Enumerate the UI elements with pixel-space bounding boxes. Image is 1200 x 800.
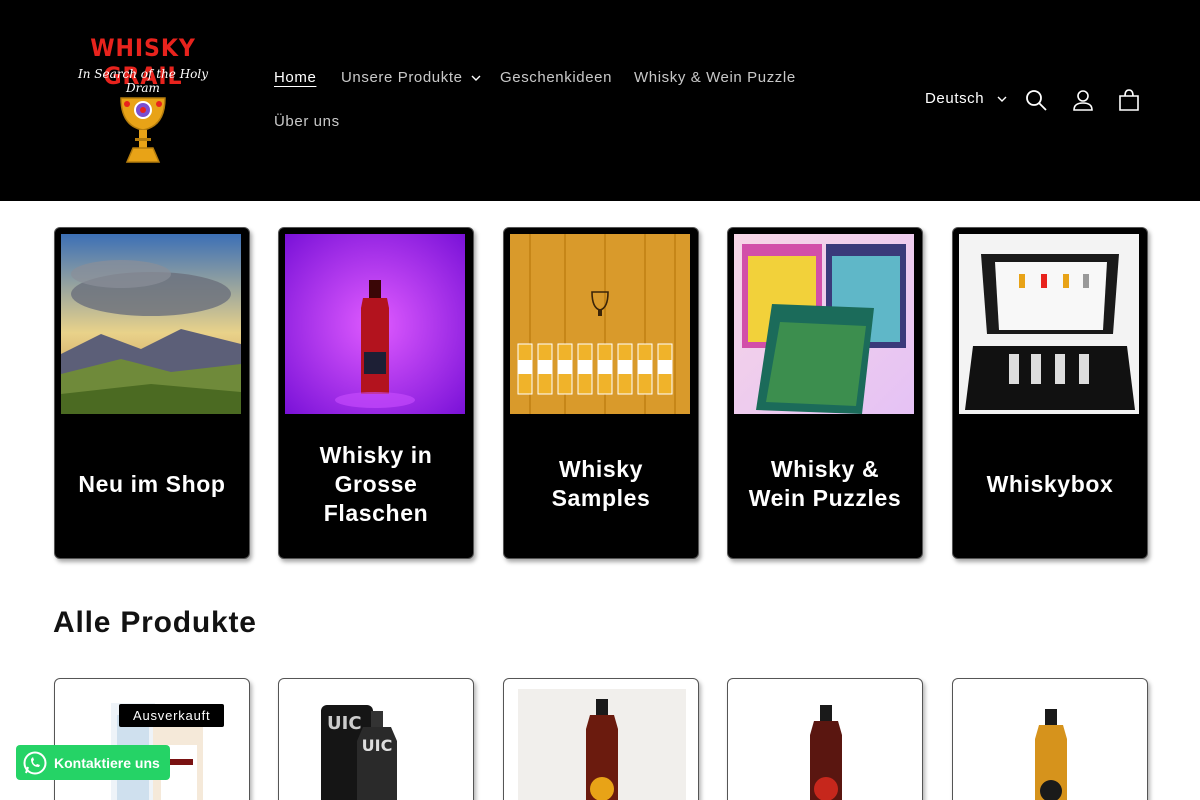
collection-image: [510, 234, 690, 414]
grail-cup-icon: [120, 97, 166, 163]
section-title-alle-produkte: Alle Produkte: [53, 606, 257, 639]
collection-card-grosse-flaschen[interactable]: Whisky in Grosse Flaschen: [278, 227, 474, 559]
whatsapp-icon: [23, 751, 47, 774]
nav-item-geschenkideen[interactable]: Geschenkideen: [500, 69, 612, 86]
collection-card-whiskybox[interactable]: Whiskybox: [952, 227, 1148, 559]
nav-item-label: Unsere Produkte: [341, 69, 463, 86]
product-image: [1035, 709, 1067, 800]
chevron-down-icon: [997, 96, 1007, 102]
product-card[interactable]: [727, 678, 923, 800]
product-image: UIC UIC: [321, 705, 397, 800]
collection-card-samples[interactable]: Whisky Samples: [503, 227, 699, 559]
nav-item-puzzle[interactable]: Whisky & Wein Puzzle: [634, 69, 796, 86]
collection-card-neu-im-shop[interactable]: Neu im Shop: [54, 227, 250, 559]
svg-text:UIC: UIC: [362, 736, 393, 755]
product-card[interactable]: [54, 678, 250, 800]
whatsapp-contact-button[interactable]: Kontaktiere uns: [16, 745, 170, 780]
nav-item-ueber-uns[interactable]: Über uns: [274, 113, 340, 130]
collection-image: [959, 234, 1139, 414]
account-icon[interactable]: [1071, 88, 1095, 112]
product-image: [518, 689, 686, 800]
search-icon[interactable]: [1024, 88, 1048, 112]
collection-image: [61, 234, 241, 414]
collection-image: [734, 234, 914, 414]
collection-image: [285, 234, 465, 414]
collection-title: Whiskybox: [986, 470, 1114, 497]
brand-logo[interactable]: WHISKY GRAIL In Search of the Holy Dram: [60, 34, 226, 166]
collection-title: Whisky in Grosse Flaschen: [319, 441, 433, 526]
product-image: [111, 703, 203, 800]
product-image: [810, 705, 842, 800]
product-card[interactable]: [952, 678, 1148, 800]
sold-out-badge: Ausverkauft: [119, 704, 225, 727]
cart-icon[interactable]: [1117, 88, 1141, 112]
chevron-down-icon: [471, 75, 481, 81]
svg-text:UIC: UIC: [327, 713, 362, 734]
product-card[interactable]: UIC UIC: [278, 678, 474, 800]
collection-title: Neu im Shop: [78, 470, 226, 497]
collection-title: Whisky Samples: [551, 456, 651, 511]
collection-card-puzzles[interactable]: Whisky & Wein Puzzles: [727, 227, 923, 559]
whatsapp-label: Kontaktiere uns: [54, 754, 160, 771]
nav-item-unsere-produkte[interactable]: Unsere Produkte: [341, 69, 481, 86]
product-card[interactable]: [503, 678, 699, 800]
nav-item-home[interactable]: Home: [274, 69, 316, 86]
language-selector[interactable]: Deutsch: [925, 90, 1007, 107]
collection-title: Whisky & Wein Puzzles: [748, 456, 902, 511]
site-header: WHISKY GRAIL In Search of the Holy Dram …: [0, 0, 1200, 201]
language-label: Deutsch: [925, 90, 985, 107]
